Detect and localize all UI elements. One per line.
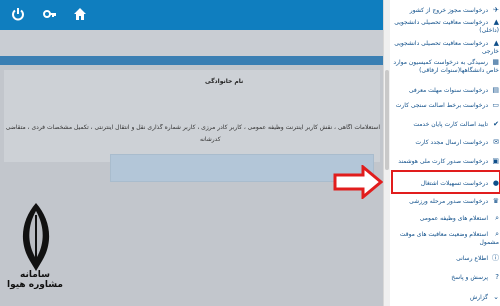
- notice-text: استعلامات آگاهی ، نقش کاربر اینترنت وظیف…: [5, 124, 380, 131]
- sidebar-item-label: رسیدگی به درخواست کمیسیون موارد خاص دانش…: [393, 59, 499, 74]
- graduation-icon: ▲: [493, 39, 499, 47]
- check-icon: ✔: [493, 120, 499, 128]
- card-icon: ▭: [492, 101, 499, 109]
- sidebar-item-label: استعلام وضعیت معافیت های موقت مشمول: [399, 231, 499, 246]
- sidebar-item-deadline-years[interactable]: ▤ درخواست سنوات مهلت معرفی: [391, 86, 499, 95]
- sidebar-item-sports-stage[interactable]: ♛ درخواست صدور مرحله ورزشی: [391, 197, 499, 206]
- home-icon[interactable]: [72, 7, 88, 23]
- lastname-label: نام خانوادگی: [205, 78, 244, 85]
- sidebar-item-label: درخواست معافیت تحصیلی دانشجویی خارجی: [394, 40, 499, 55]
- sidebar-item-faq[interactable]: ? پرسش و پاسخ: [391, 273, 499, 282]
- sidebar-item-label: استعلام های وظیفه عمومی: [419, 215, 488, 222]
- sidebar-item-label: اطلاع رسانی: [456, 255, 488, 262]
- info-icon: ⓘ: [492, 254, 499, 262]
- sidebar-item-label: درخواست صدور مرحله ورزشی: [409, 198, 488, 205]
- sidebar-menu: ✈درخواست مجوز خروج از کشور ▲درخواست معاف…: [383, 0, 500, 306]
- sidebar-item-service-card-verify[interactable]: ✔ تایید اصالت کارت پایان خدمت: [391, 120, 499, 129]
- sidebar-item-military-inquiries[interactable]: ⌕ استعلام های وظیفه عمومی: [391, 214, 499, 223]
- sidebar-item-label: درخواست معافیت تحصیلی دانشجویی (داخلی): [394, 19, 499, 34]
- calendar-icon: ▤: [492, 86, 499, 94]
- main-panel: نام خانوادگی استعلامات آگاهی ، نقش کاربر…: [0, 0, 383, 306]
- id-icon: ▣: [492, 157, 499, 165]
- search-icon: ⌕: [495, 214, 499, 222]
- sidebar-item-university-commission[interactable]: ▦رسیدگی به درخواست کمیسیون موارد خاص دان…: [391, 58, 499, 75]
- logo-text: سامانه مشاوره هیوا: [7, 270, 63, 290]
- mail-icon: ✉: [493, 138, 499, 146]
- scrollbar[interactable]: [384, 0, 390, 306]
- sidebar-item-temp-exemption-inquiry[interactable]: ⌕استعلام وضعیت معافیت های موقت مشمول: [391, 230, 499, 247]
- sidebar-item-label: درخواست صدور کارت ملی هوشمند: [398, 158, 488, 165]
- key-icon[interactable]: [42, 7, 58, 23]
- sidebar-item-card-authentication[interactable]: ▭ درخواست برخط اصالت سنجی کارت: [391, 101, 499, 110]
- chevron-down-icon: ⌄: [493, 293, 499, 301]
- sidebar-item-label: درخواست مجوز خروج از کشور: [409, 7, 488, 14]
- sidebar-item-label: پرسش و پاسخ: [451, 274, 488, 281]
- highlight-box: [391, 170, 500, 194]
- scrollbar-thumb[interactable]: [385, 70, 389, 170]
- sub-header: [0, 30, 383, 56]
- arrow-pointer-icon: [333, 165, 383, 199]
- form-card: [4, 70, 380, 162]
- sidebar-item-label: درخواست سنوات مهلت معرفی: [408, 87, 488, 94]
- sidebar-item-label: درخواست برخط اصالت سنجی کارت: [395, 102, 488, 109]
- question-icon: ?: [495, 273, 499, 281]
- sidebar-item-label: درخواست ارسال مجدد کارت: [415, 139, 488, 146]
- graduation-icon: ▲: [493, 18, 499, 26]
- sidebar-item-announcements[interactable]: ⓘ اطلاع رسانی: [391, 254, 499, 263]
- building-icon: ▦: [492, 58, 499, 66]
- sidebar-item-student-exemption-internal[interactable]: ▲درخواست معافیت تحصیلی دانشجویی (داخلی): [391, 18, 499, 35]
- sidebar-item-reports[interactable]: ⌄ گزارش: [391, 293, 499, 302]
- plane-icon: ✈: [493, 6, 499, 14]
- search-icon: ⌕: [495, 230, 499, 238]
- sidebar-item-exit-permit[interactable]: ✈ درخواست مجوز خروج از کشور: [391, 6, 499, 15]
- sidebar-item-label: تایید اصالت کارت پایان خدمت: [413, 121, 488, 128]
- sidebar-item-label: گزارش: [469, 294, 488, 301]
- sidebar-item-smart-id-card[interactable]: ▣ درخواست صدور کارت ملی هوشمند: [391, 157, 499, 166]
- top-bar: [0, 0, 383, 30]
- notice-text-continued: کدرشانه: [200, 136, 221, 143]
- sidebar-item-student-exemption-external[interactable]: ▲درخواست معافیت تحصیلی دانشجویی خارجی: [391, 39, 499, 56]
- sidebar-item-card-resend[interactable]: ✉ درخواست ارسال مجدد کارت: [391, 138, 499, 147]
- section-header-bar: [0, 56, 383, 65]
- power-icon[interactable]: [10, 7, 26, 23]
- trophy-icon: ♛: [492, 197, 499, 205]
